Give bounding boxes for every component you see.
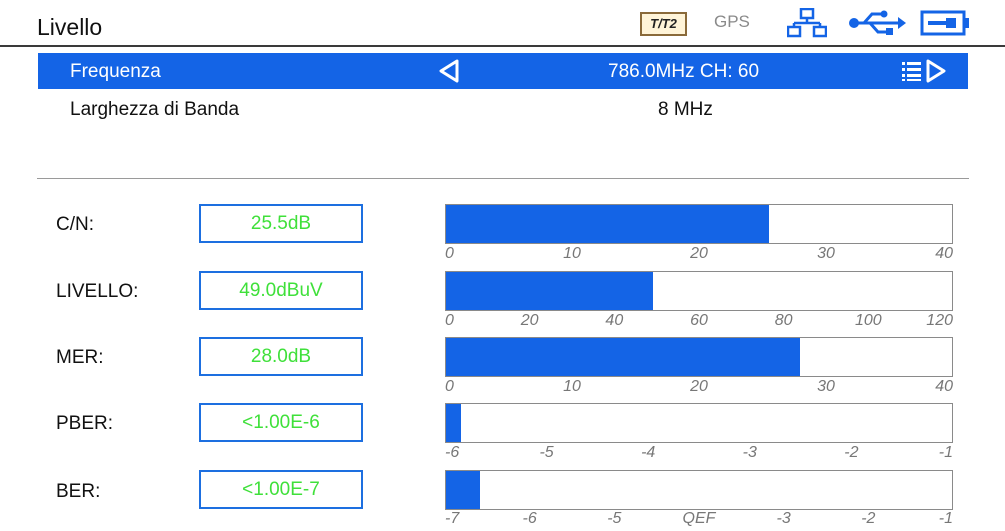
bandwidth-value[interactable]: 8 MHz xyxy=(658,99,713,121)
livello-tick-label: 20 xyxy=(520,312,539,329)
ber-tick-label: -2 xyxy=(861,510,876,527)
mer-bar-fill xyxy=(446,338,801,376)
pber-tick-label: -5 xyxy=(539,444,554,461)
ber-bar xyxy=(445,470,953,510)
cn-tick-label: 40 xyxy=(935,245,953,262)
livello-bar xyxy=(445,271,953,311)
mer-tick-label: 40 xyxy=(935,378,953,395)
cn-tick-label: 20 xyxy=(690,245,708,262)
livello-value: 49.0dBuV xyxy=(199,271,363,310)
bandwidth-label: Larghezza di Banda xyxy=(70,99,240,120)
cn-tick-label: 0 xyxy=(445,245,454,262)
frequency-value: 786.0MHz CH: 60 xyxy=(608,61,760,82)
pber-label: PBER: xyxy=(56,413,114,434)
pber-bar-fill xyxy=(446,404,462,442)
ber-tick-label: -1 xyxy=(938,510,953,527)
cn-bar-fill xyxy=(446,205,769,243)
livello-tick-label: 60 xyxy=(690,312,708,329)
mer-tick-label: 20 xyxy=(690,378,708,395)
page-title: Livello xyxy=(37,14,103,40)
network-icon xyxy=(787,8,827,38)
pber-value: <1.00E-6 xyxy=(199,403,363,442)
arrow-left-icon[interactable] xyxy=(438,59,460,83)
t2-badge: T/T2 xyxy=(640,12,687,36)
pber-tick-label: -4 xyxy=(641,444,656,461)
ber-label: BER: xyxy=(56,481,101,502)
pber-tick-label: -2 xyxy=(844,444,859,461)
ber-tick-label: -7 xyxy=(445,510,460,527)
mer-tick-label: 0 xyxy=(445,378,454,395)
pber-tick-label: -3 xyxy=(742,444,757,461)
pber-tick-label: -6 xyxy=(445,444,460,461)
gps-indicator: GPS xyxy=(714,12,750,31)
pber-scale: -6 -5 -4 -3 -2 -1 xyxy=(445,444,953,462)
frequency-label: Frequenza xyxy=(70,61,161,82)
livello-tick-label: 40 xyxy=(605,312,624,329)
cn-tick-label: 10 xyxy=(563,245,581,262)
mer-tick-label: 30 xyxy=(817,378,835,395)
ber-tick-label: -5 xyxy=(607,510,622,527)
header-divider xyxy=(0,45,1005,47)
cn-bar xyxy=(445,204,953,244)
livello-scale: 0 20 40 60 80 100 120 xyxy=(445,312,953,330)
pber-tick-label: -1 xyxy=(938,444,953,461)
mer-value: 28.0dB xyxy=(199,337,363,376)
section-divider xyxy=(37,178,969,179)
ber-value: <1.00E-7 xyxy=(199,470,363,509)
livello-tick-label: 80 xyxy=(774,312,793,329)
ber-tick-label: -3 xyxy=(776,510,791,527)
cn-scale: 0 10 20 30 40 xyxy=(445,245,953,263)
channel-list-next-icon[interactable] xyxy=(901,59,949,83)
livello-tick-label: 0 xyxy=(445,312,454,329)
livello-label: LIVELLO: xyxy=(56,281,139,302)
ber-scale: -7 -6 -5 QEF -3 -2 -1 xyxy=(445,510,953,528)
livello-tick-label: 100 xyxy=(854,312,882,329)
ber-tick-label: QEF xyxy=(682,510,716,527)
cn-value: 25.5dB xyxy=(199,204,363,243)
mer-tick-label: 10 xyxy=(563,378,581,395)
ber-bar-fill xyxy=(446,471,480,509)
usb-icon xyxy=(849,10,906,35)
livello-tick-label: 120 xyxy=(926,312,953,329)
livello-bar-fill xyxy=(446,272,653,310)
mer-label: MER: xyxy=(56,347,104,368)
cn-label: C/N: xyxy=(56,214,94,235)
cn-tick-label: 30 xyxy=(817,245,835,262)
pber-bar xyxy=(445,403,953,443)
ber-tick-label: -6 xyxy=(522,510,537,527)
battery-icon xyxy=(920,10,969,36)
frequency-row[interactable]: Frequenza 786.0MHz CH: 60 xyxy=(38,53,968,89)
mer-bar xyxy=(445,337,953,377)
mer-scale: 0 10 20 30 40 xyxy=(445,378,953,396)
